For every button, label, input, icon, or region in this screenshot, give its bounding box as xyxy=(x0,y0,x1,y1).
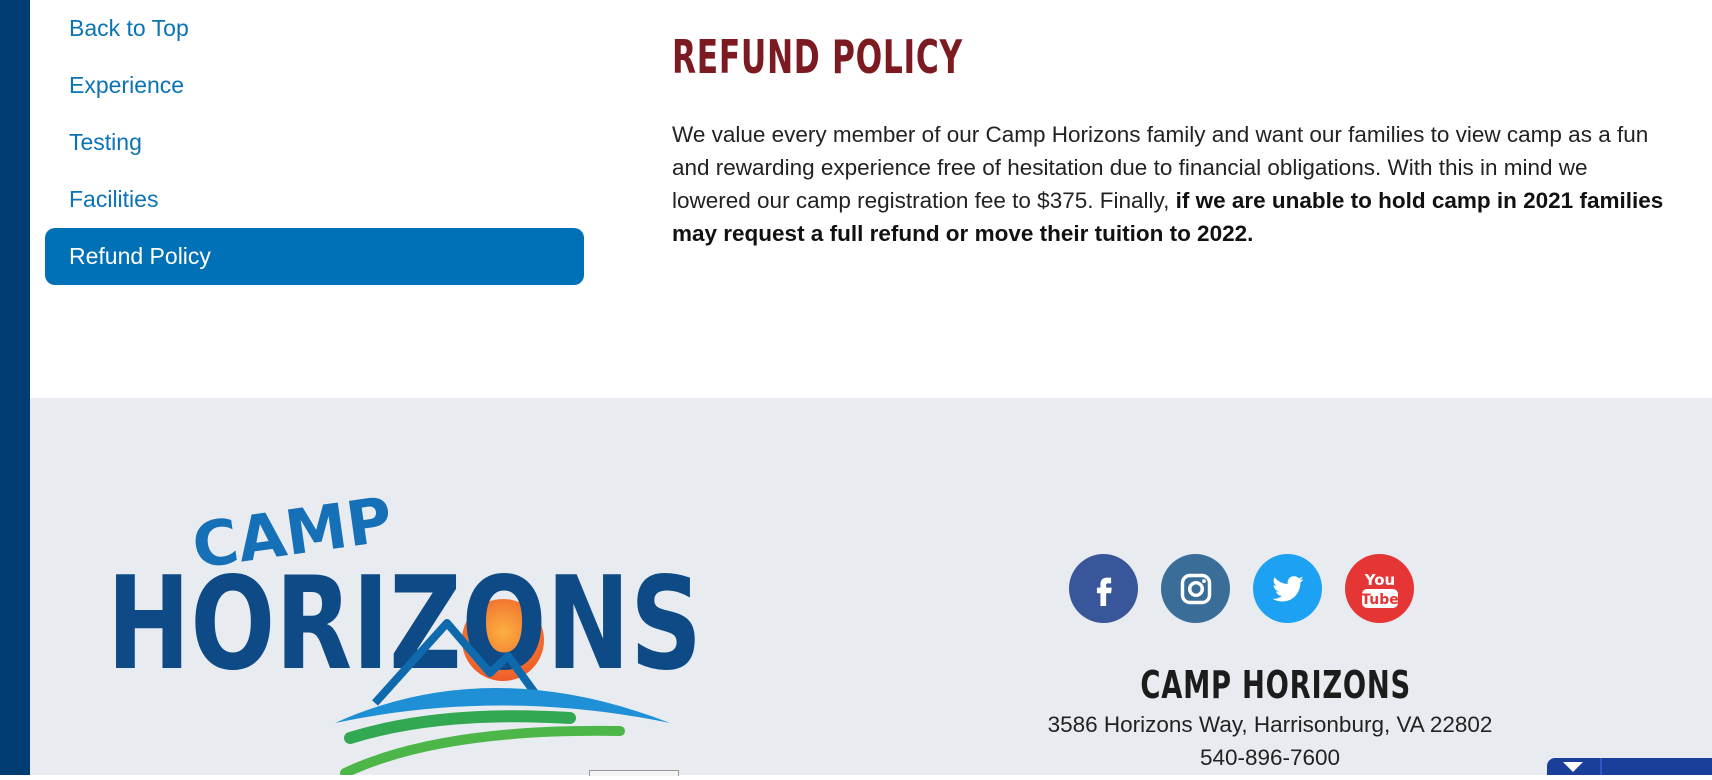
section-nav: Back to Top Experience Testing Facilitie… xyxy=(45,0,584,285)
left-accent-bar xyxy=(0,0,30,775)
refund-paragraph: We value every member of our Camp Horizo… xyxy=(672,118,1670,250)
facebook-icon xyxy=(1096,577,1112,606)
chevron-down-icon xyxy=(1563,762,1583,772)
refund-policy-section: REFUND POLICY We value every member of o… xyxy=(672,30,1672,250)
nav-item-testing[interactable]: Testing xyxy=(45,114,584,171)
nav-item-refund-policy[interactable]: Refund Policy xyxy=(45,228,584,285)
social-links: You Tube xyxy=(1069,554,1414,623)
twitter-link[interactable] xyxy=(1253,554,1322,623)
page-title: REFUND POLICY xyxy=(672,30,963,84)
site-footer: CAMP HORIZONS You Tube CAMP HORIZONS 358… xyxy=(30,398,1712,778)
instagram-link[interactable] xyxy=(1161,554,1230,623)
footer-org-name: CAMP HORIZONS xyxy=(1140,663,1411,707)
instagram-icon xyxy=(1180,573,1211,604)
facebook-link[interactable] xyxy=(1069,554,1138,623)
svg-text:HORIZONS: HORIZONS xyxy=(110,550,702,699)
chat-tab-divider xyxy=(1600,758,1602,775)
footer-address: 3586 Horizons Way, Harrisonburg, VA 2280… xyxy=(1047,712,1493,737)
twitter-icon xyxy=(1271,575,1304,601)
youtube-icon: You Tube xyxy=(1361,571,1399,608)
footer-phone[interactable]: 540-896-7600 xyxy=(1020,745,1520,771)
youtube-link[interactable]: You Tube xyxy=(1345,554,1414,623)
nav-item-facilities[interactable]: Facilities xyxy=(45,171,584,228)
svg-text:Tube: Tube xyxy=(1361,592,1399,608)
nav-item-back-to-top[interactable]: Back to Top xyxy=(45,0,584,57)
nav-item-experience[interactable]: Experience xyxy=(45,57,584,114)
camp-horizons-logo[interactable]: CAMP HORIZONS xyxy=(107,483,710,778)
partial-bottom-element xyxy=(589,770,679,776)
chat-widget-tab[interactable] xyxy=(1547,758,1712,775)
svg-text:You: You xyxy=(1363,571,1394,589)
